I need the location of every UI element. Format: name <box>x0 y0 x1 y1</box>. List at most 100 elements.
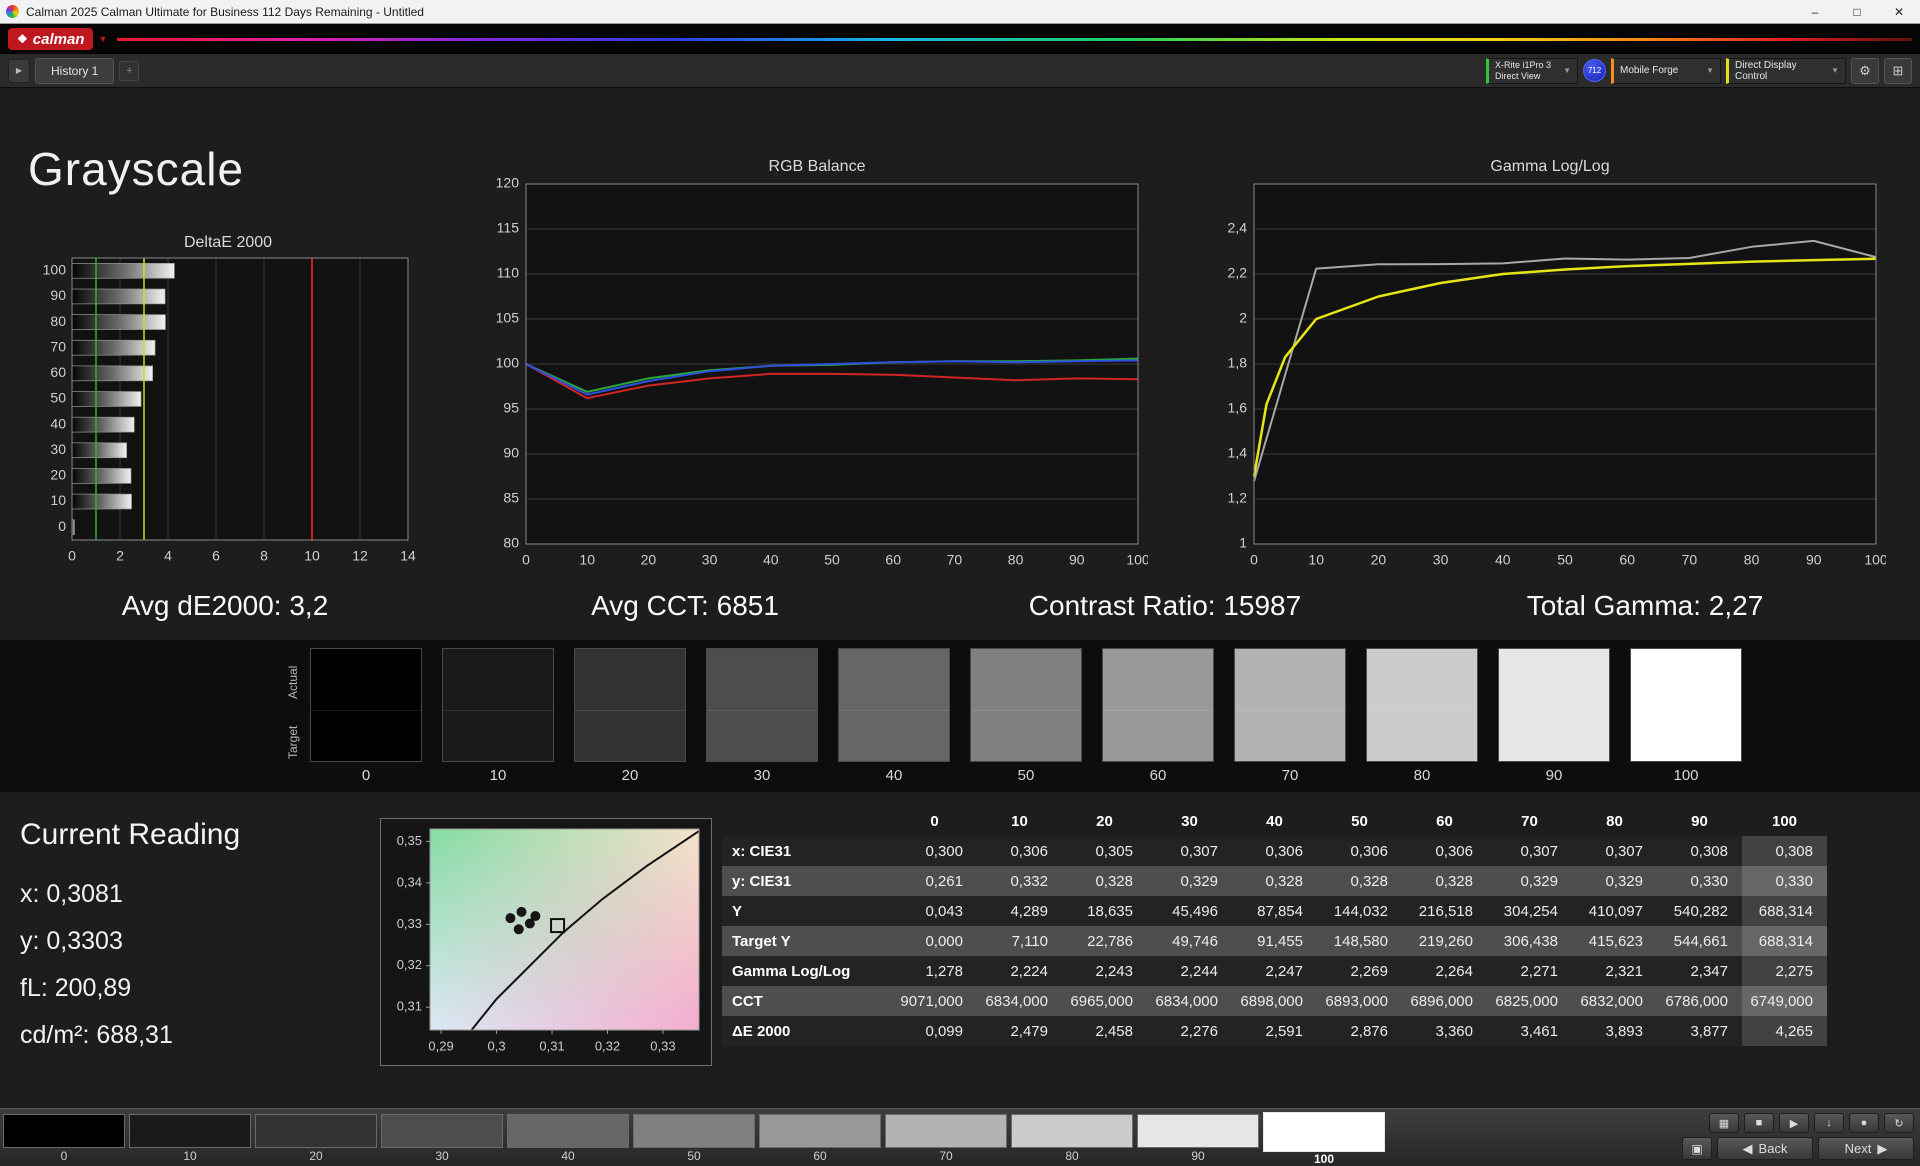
pattern-level-50[interactable]: 50 <box>633 1114 755 1166</box>
pattern-level-30[interactable]: 30 <box>381 1114 503 1166</box>
pattern-window-button[interactable]: ▦ <box>1709 1113 1739 1133</box>
workspace-layout-button[interactable]: ⊞ <box>1884 57 1912 84</box>
current-reading-title: Current Reading <box>20 818 241 851</box>
layout-grid-icon: ⊞ <box>1892 62 1904 78</box>
table-cell: 0,330 <box>1690 872 1728 890</box>
settings-gear-button[interactable]: ⚙ <box>1851 57 1879 84</box>
stat-avg-de2000: Avg dE2000: 3,2 <box>121 590 329 621</box>
table-cell: 2,269 <box>1350 962 1388 980</box>
rainbow-divider <box>117 37 1912 41</box>
svg-text:0: 0 <box>58 518 66 534</box>
record-icon: ● <box>1860 1117 1868 1129</box>
save-button[interactable]: ↓ <box>1814 1113 1844 1133</box>
pattern-level-80[interactable]: 80 <box>1011 1114 1133 1166</box>
add-page-button[interactable]: + <box>119 60 140 81</box>
pattern-level-40[interactable]: 40 <box>507 1114 629 1166</box>
svg-text:10: 10 <box>50 492 66 508</box>
pattern-patch[interactable] <box>507 1114 629 1148</box>
pattern-label: 30 <box>435 1149 449 1163</box>
history-panel-toggle[interactable]: ▶ <box>8 58 30 83</box>
svg-text:10: 10 <box>579 552 595 568</box>
current-reading-panel: x: 0,3081 y: 0,3303 fL: 200,89 cd/m²: 688,3… <box>20 874 173 1062</box>
refresh-button[interactable]: ↻ <box>1884 1113 1914 1133</box>
transport-controls: ▦ ■ ▶ ↓ ● ↻ ▣ ◀ Back Next ▶ <box>1682 1113 1914 1160</box>
pattern-patch[interactable] <box>1011 1114 1133 1148</box>
pattern-label: 90 <box>1191 1149 1205 1163</box>
pattern-level-0[interactable]: 0 <box>3 1114 125 1166</box>
pattern-level-20[interactable]: 20 <box>255 1114 377 1166</box>
table-cell: 0,306 <box>1010 842 1048 860</box>
pattern-patch[interactable] <box>1263 1112 1385 1152</box>
stop-button[interactable]: ■ <box>1744 1113 1774 1133</box>
deltae-chart: 10090807060504030201000 2 4 6 8 10 12 14 <box>43 257 416 564</box>
swatch-label: 20 <box>621 767 639 784</box>
swatch-100: 100 <box>1630 648 1742 784</box>
table-cell: 91,455 <box>1257 932 1303 950</box>
svg-text:80: 80 <box>1744 552 1760 568</box>
pattern-level-10[interactable]: 10 <box>129 1114 251 1166</box>
minimize-button[interactable]: – <box>1794 0 1836 23</box>
pattern-patch[interactable] <box>1137 1114 1259 1148</box>
pattern-label: 60 <box>813 1149 827 1163</box>
tab-history-1[interactable]: History 1 <box>35 57 115 84</box>
measurement-table: 0 10 20 30 40 50 60 70 80 90 100 x: CIE31 0,300 0,306… <box>722 806 1827 1046</box>
pattern-patch[interactable] <box>255 1114 377 1148</box>
pattern-level-70[interactable]: 70 <box>885 1114 1007 1166</box>
swatch-target <box>1235 710 1345 761</box>
column-header: 60 <box>1436 812 1453 830</box>
svg-text:85: 85 <box>503 490 519 506</box>
column-header: 70 <box>1521 812 1538 830</box>
pattern-patch[interactable] <box>885 1114 1007 1148</box>
pattern-patch[interactable] <box>3 1114 125 1148</box>
actual-row-label: Actual <box>286 665 300 699</box>
svg-text:10: 10 <box>304 548 320 564</box>
column-header: 100 <box>1771 812 1798 830</box>
pattern-patch[interactable] <box>633 1114 755 1148</box>
logo-menu-caret-icon[interactable]: ▼ <box>98 34 107 44</box>
table-cell: 2,876 <box>1350 1022 1388 1040</box>
swatch-60: 60 <box>1102 648 1214 784</box>
transport-icon-row: ▦ ■ ▶ ↓ ● ↻ <box>1709 1113 1914 1133</box>
pattern-patch[interactable] <box>381 1114 503 1148</box>
next-button[interactable]: Next ▶ <box>1818 1137 1914 1160</box>
swatch-target <box>1367 710 1477 761</box>
table-cell: 22,786 <box>1087 932 1133 950</box>
calman-logo[interactable]: ❖ calman <box>8 28 94 50</box>
display-control-selector[interactable]: Direct Display Control ▼ <box>1726 57 1846 84</box>
maximize-button[interactable]: □ <box>1836 0 1878 23</box>
pattern-level-90[interactable]: 90 <box>1137 1114 1259 1166</box>
close-button[interactable]: ✕ <box>1878 0 1920 23</box>
table-cell: 219,260 <box>1418 932 1473 950</box>
pattern-patch[interactable] <box>759 1114 881 1148</box>
window-controls: – □ ✕ <box>1794 0 1920 23</box>
svg-text:60: 60 <box>885 552 901 568</box>
play-button[interactable]: ▶ <box>1779 1113 1809 1133</box>
pattern-level-100[interactable]: 100 <box>1263 1112 1385 1166</box>
pattern-label: 70 <box>939 1149 953 1163</box>
table-cell: 544,661 <box>1673 932 1728 950</box>
stat-total-gamma: Total Gamma: 2,27 <box>1526 590 1764 621</box>
pattern-patch[interactable] <box>129 1114 251 1148</box>
swatch-target <box>707 710 817 761</box>
pattern-grid-button[interactable]: ▣ <box>1682 1137 1712 1160</box>
svg-text:60: 60 <box>50 364 66 380</box>
pattern-level-60[interactable]: 60 <box>759 1114 881 1166</box>
back-button[interactable]: ◀ Back <box>1717 1137 1813 1160</box>
svg-text:4: 4 <box>164 548 172 564</box>
source-selector[interactable]: Mobile Forge ▼ <box>1611 57 1721 84</box>
gear-icon: ⚙ <box>1859 62 1871 78</box>
table-cell: 0,307 <box>1180 842 1218 860</box>
meter-selector[interactable]: X-Rite i1Pro 3 Direct View ▼ <box>1486 57 1578 84</box>
svg-text:90: 90 <box>50 287 66 303</box>
window-title: Calman 2025 Calman Ultimate for Business… <box>26 4 424 19</box>
swatch-label: 100 <box>1673 767 1699 784</box>
table-cell: 2,321 <box>1605 962 1643 980</box>
stop-icon: ■ <box>1755 1117 1763 1129</box>
svg-text:30: 30 <box>702 552 718 568</box>
row-label: Target Y <box>732 932 791 950</box>
table-cell: 0,307 <box>1520 842 1558 860</box>
svg-text:14: 14 <box>400 548 416 564</box>
record-button[interactable]: ● <box>1849 1113 1879 1133</box>
next-icon: ▶ <box>1877 1140 1888 1156</box>
stat-contrast-ratio: Contrast Ratio: 15987 <box>1028 590 1302 621</box>
